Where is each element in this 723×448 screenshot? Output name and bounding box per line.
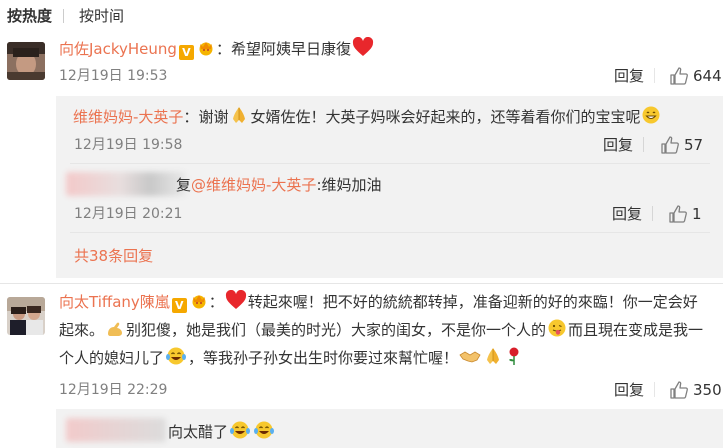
thumbs-up-icon (670, 381, 688, 399)
handshake-icon (459, 346, 481, 372)
crown-member-icon (190, 293, 208, 309)
comment-2-username[interactable]: 向太Tiffany陳嵐 (59, 293, 170, 311)
comment-1-like-button[interactable]: 644 (669, 66, 723, 86)
avatar-tiffany[interactable] (7, 297, 45, 335)
reply-2-mention[interactable]: @维维妈妈-大英子 (191, 176, 316, 194)
action-divider (643, 137, 644, 152)
blurred-username (66, 418, 166, 442)
comment-2-line-1: 向太Tiffany陳嵐 V：转起來喔！把不好的統統都转掉，准备迎新的好的來臨！你一… (59, 289, 698, 316)
comment-2-time: 12月19日 22:29 (59, 382, 168, 398)
reply-1-time: 12月19日 19:58 (74, 137, 183, 153)
grin-face-icon (641, 105, 661, 131)
action-divider (652, 206, 653, 221)
comment-divider (0, 283, 723, 284)
red-heart-icon (225, 289, 247, 316)
comment-2-like-button[interactable]: 350 (669, 380, 723, 400)
verified-v-icon: V (178, 45, 194, 60)
comment-2-line-2: 起來。 别犯傻，她是我们（最美的时光）大家的闺女，不是你一个人的 而且現在变成是我一 (59, 318, 703, 344)
reply-2-text: :维妈加油 (316, 176, 382, 194)
thumbs-up-icon (669, 205, 687, 223)
crown-member-icon (197, 40, 215, 56)
laugh-cry-face-icon (165, 346, 187, 372)
reply-1-body: 维维妈妈-大英子：谢谢 女婿佐佐！大英子妈咪会好起来的，还等着看你们的宝宝呢 (73, 105, 662, 131)
more-replies-link[interactable]: 共38条回复 (74, 246, 153, 266)
comment-1-time: 12月19日 19:53 (59, 68, 168, 84)
laugh-cry-face-icon (253, 420, 275, 446)
tongue-face-icon (547, 318, 567, 344)
action-divider (654, 68, 655, 83)
comment-2-like-count: 350 (693, 381, 722, 399)
reply-3-body: 向太醋了 (168, 420, 276, 446)
flexed-biceps-icon (105, 318, 125, 344)
reply-2-like-button[interactable]: 1 (668, 204, 708, 224)
thumbs-up-icon (661, 136, 679, 154)
comment-2-reply-button[interactable]: 回复 (614, 381, 644, 399)
reply-2-time: 12月19日 20:21 (74, 206, 183, 222)
reply-2-like-count: 1 (692, 205, 702, 223)
comment-1-body: 向佐JackyHeung V ：希望阿姨早日康復 (59, 36, 375, 63)
thumbs-up-icon (670, 67, 688, 85)
avatar-jacky[interactable] (7, 42, 45, 80)
reply-2-reply-button[interactable]: 回复 (612, 205, 642, 223)
rose-icon (505, 346, 523, 372)
action-divider (654, 382, 655, 397)
blurred-username (66, 172, 186, 196)
sort-bar: 按热度 按时间 (0, 0, 723, 34)
red-heart-icon (352, 36, 374, 63)
comment-1-like-count: 644 (693, 67, 722, 85)
reply-1-like-count: 57 (684, 136, 704, 154)
reply-3-text: 向太醋了 (168, 423, 229, 441)
reply-1-username[interactable]: 维维妈妈-大英子 (73, 108, 183, 126)
praying-hands-icon (229, 105, 249, 131)
comment-1-username[interactable]: 向佐JackyHeung (59, 40, 177, 58)
reply-1-like-button[interactable]: 57 (660, 135, 710, 155)
laugh-cry-face-icon (229, 420, 251, 446)
comment-2-line-3: 个人的媳妇儿了 ，等我孙子孙女出生时你要过來幫忙喔！ (59, 346, 524, 372)
sort-separator (63, 9, 64, 23)
reply-divider (70, 232, 710, 233)
comment-1-text: 希望阿姨早日康復 (230, 40, 351, 58)
comment-1-reply-button[interactable]: 回复 (614, 67, 644, 85)
sort-by-hot[interactable]: 按热度 (7, 6, 52, 26)
sort-by-time[interactable]: 按时间 (79, 6, 124, 26)
verified-v-icon: V (171, 298, 187, 313)
reply-divider (70, 163, 710, 164)
praying-hands-icon (483, 346, 503, 372)
reply-1-reply-button[interactable]: 回复 (603, 136, 633, 154)
reply-2-body: 复@维维妈妈-大英子:维妈加油 (176, 176, 382, 194)
